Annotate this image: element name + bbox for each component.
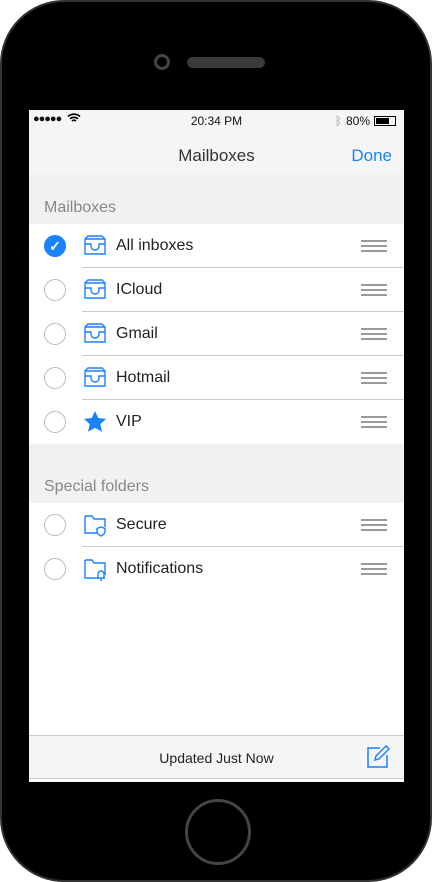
done-button[interactable]: Done [351,146,392,166]
item-label: Secure [116,516,167,533]
drag-handle-icon[interactable] [361,372,387,384]
drag-handle-icon[interactable] [361,563,387,575]
item-label: All inboxes [116,237,194,254]
inbox-icon [84,367,106,387]
item-label: Notifications [116,560,204,577]
item-label: Hotmail [116,369,171,386]
unchecked-radio[interactable] [44,367,66,389]
drag-handle-icon[interactable] [361,284,387,296]
unchecked-radio[interactable] [44,279,66,301]
item-label: VIP [116,413,142,430]
home-button[interactable] [185,799,251,865]
section-title: Special folders [44,478,149,495]
section-title: Mailboxes [44,199,117,216]
camera [154,54,170,70]
nav-bar: Mailboxes Done [29,132,404,174]
inbox-icon [84,279,106,299]
battery-icon [374,116,396,126]
star-icon [84,411,106,432]
drag-handle-icon[interactable] [361,328,387,340]
list-item[interactable]: Gmail [29,312,404,356]
screen: ●●●●● 20:34 PM ᛒ 80% Mailboxes Done Mailb… [29,110,404,782]
drag-handle-icon[interactable] [361,519,387,531]
list-item[interactable]: ICloud [29,268,404,312]
battery-percent: 80% [345,114,370,128]
list-item[interactable]: Secure [29,503,404,547]
inbox-icon [84,235,106,255]
list-item[interactable]: ✓ All inboxes [29,224,404,268]
unchecked-radio[interactable] [44,411,66,433]
item-label: Gmail [116,325,158,342]
drag-handle-icon[interactable] [361,240,387,252]
status-bar: ●●●●● 20:34 PM ᛒ 80% [29,110,404,132]
bottom-toolbar: Updated Just Now [29,735,404,779]
unchecked-radio[interactable] [44,558,66,580]
drag-handle-icon[interactable] [361,416,387,428]
compose-icon[interactable] [366,745,390,769]
unchecked-radio[interactable] [44,514,66,536]
page-title: Mailboxes [178,146,255,165]
list-item[interactable]: VIP [29,400,404,444]
list-item[interactable]: Notifications [29,547,404,591]
list-item[interactable]: Hotmail [29,356,404,400]
section-header: Mailboxes [29,174,404,224]
section-header: Special folders [29,444,404,503]
inbox-icon [84,323,106,343]
update-status: Updated Just Now [159,750,274,766]
unchecked-radio[interactable] [44,323,66,345]
speaker [187,57,265,68]
item-label: ICloud [116,281,163,298]
folder-bell-icon [84,559,106,581]
bluetooth-icon: ᛒ [334,114,342,128]
checked-radio[interactable]: ✓ [44,235,66,257]
folder-shield-icon [84,515,106,537]
